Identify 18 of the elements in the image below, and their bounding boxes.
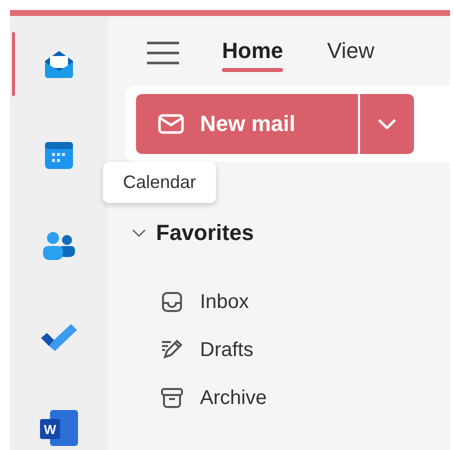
folder-item[interactable]: Inbox — [160, 290, 450, 314]
checkmark-icon — [39, 321, 79, 353]
tooltip: Calendar — [103, 162, 216, 203]
dropdown-button[interactable] — [360, 94, 414, 154]
favorites-header[interactable]: Favorites — [126, 220, 450, 246]
menu-icon[interactable] — [146, 41, 180, 65]
people-icon — [41, 230, 77, 262]
envelope-icon — [158, 114, 184, 134]
new-mail-button[interactable]: New mail — [136, 94, 358, 154]
app-button[interactable]: W — [10, 406, 108, 450]
ribbon-tab[interactable]: View — [325, 34, 376, 72]
chevron-down-icon — [378, 119, 396, 129]
folder-item[interactable]: Drafts — [160, 338, 450, 362]
archive-icon — [160, 386, 184, 410]
inbox-icon — [160, 290, 184, 314]
folder-item[interactable]: Archive — [160, 386, 450, 410]
ribbon-tab[interactable]: Home — [220, 34, 286, 72]
calendar-icon — [43, 139, 75, 171]
